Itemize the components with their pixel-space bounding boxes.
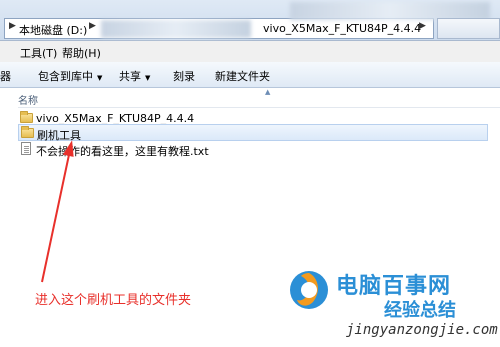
watermark-url: jingyanzongjie.com [346,322,498,338]
watermark-logo [290,271,328,309]
watermark-subtitle: 经验总结 [384,300,456,321]
